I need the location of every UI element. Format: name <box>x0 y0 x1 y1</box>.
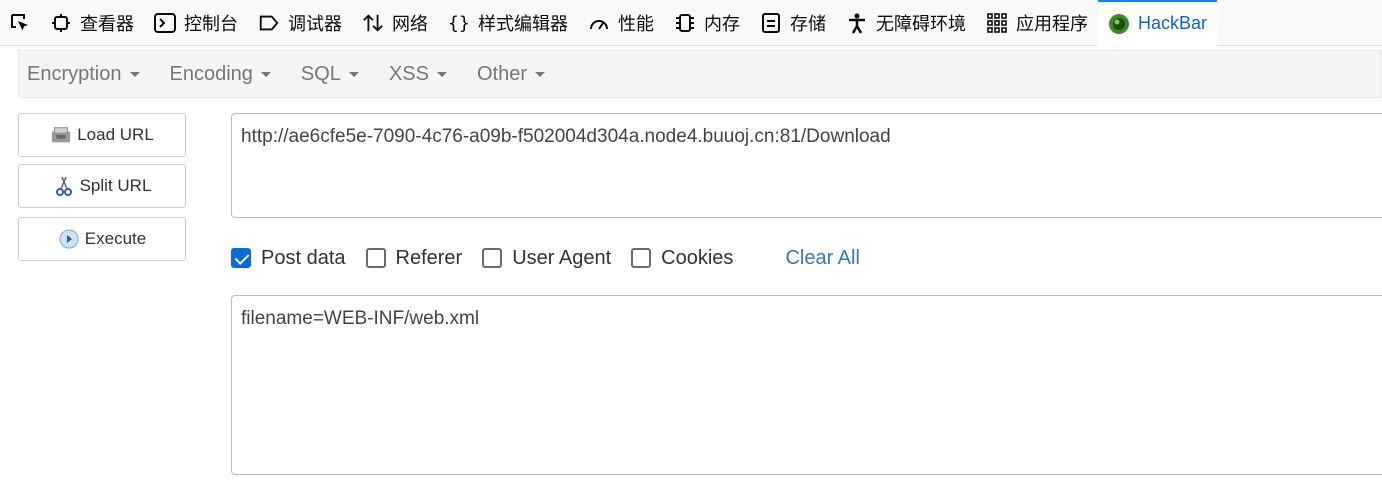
caret-down-icon <box>129 71 140 77</box>
url-input[interactable]: http://ae6cfe5e-7090-4c76-a09b-f502004d3… <box>231 113 1382 218</box>
clear-all-link[interactable]: Clear All <box>785 247 859 270</box>
tab-performance[interactable]: 性能 <box>578 0 664 46</box>
menu-label: SQL <box>300 62 341 85</box>
tab-accessibility[interactable]: 无障碍环境 <box>836 0 976 46</box>
menu-encoding[interactable]: Encoding <box>170 63 271 86</box>
post-data-checkbox[interactable]: Post data <box>231 247 346 270</box>
execute-label: Execute <box>84 229 147 248</box>
tab-label: 应用程序 <box>1016 13 1088 35</box>
accessibility-icon <box>846 12 868 34</box>
inspector-icon <box>50 12 72 34</box>
tab-debugger[interactable]: 调试器 <box>248 0 352 46</box>
cookies-checkbox[interactable]: Cookies <box>631 247 733 270</box>
tab-console[interactable]: 控制台 <box>144 0 248 46</box>
hackbar-menubar: Encryption Encoding SQL XSS Other <box>18 50 1382 98</box>
tab-label: HackBar <box>1138 13 1208 33</box>
console-icon <box>154 12 176 34</box>
caret-down-icon <box>535 71 545 77</box>
debugger-icon <box>258 12 280 34</box>
tab-storage[interactable]: 存储 <box>750 0 836 46</box>
style-editor-icon: {} <box>448 12 470 34</box>
post-data-input[interactable]: filename=WEB-INF/web.xml <box>231 295 1382 475</box>
user-agent-label: User Agent <box>512 246 612 269</box>
tab-label: 性能 <box>618 13 654 35</box>
split-url-label: Split URL <box>79 176 152 195</box>
tab-label: 查看器 <box>80 13 134 35</box>
tab-hackbar[interactable]: HackBar <box>1098 0 1218 46</box>
tab-label: 网络 <box>392 13 428 35</box>
tab-style-editor[interactable]: {} 样式编辑器 <box>438 0 578 46</box>
tab-inspector[interactable]: 查看器 <box>40 0 144 46</box>
tab-label: 无障碍环境 <box>876 13 966 35</box>
tab-label: 控制台 <box>184 13 238 35</box>
menu-xss[interactable]: XSS <box>389 63 447 86</box>
menu-label: Encoding <box>169 62 253 85</box>
tab-memory[interactable]: 内存 <box>664 0 750 46</box>
post-data-label: Post data <box>261 246 346 269</box>
cookies-label: Cookies <box>661 246 734 269</box>
svg-text:{}: {} <box>448 13 470 34</box>
tab-label: 调试器 <box>288 13 342 35</box>
load-url-label: Load URL <box>77 125 154 144</box>
checkbox-unchecked-icon <box>365 248 386 268</box>
caret-down-icon <box>436 71 447 77</box>
checkbox-unchecked-icon <box>482 248 503 268</box>
execute-button[interactable]: Execute <box>18 217 186 261</box>
menu-label: Other <box>476 62 527 85</box>
caret-down-icon <box>348 71 359 77</box>
application-icon <box>986 12 1008 34</box>
tab-application[interactable]: 应用程序 <box>976 0 1098 46</box>
storage-icon <box>760 12 782 34</box>
checkbox-unchecked-icon <box>631 248 652 268</box>
hackbar-icon <box>1108 13 1130 35</box>
tab-network[interactable]: 网络 <box>352 0 438 46</box>
checkbox-checked-icon <box>231 248 251 268</box>
element-picker-icon[interactable] <box>0 0 40 46</box>
devtools-toolbar: 查看器 控制台 调试器 网络 {} 样式编辑器 性能 内存 存储 无障碍环境 应… <box>0 0 1382 46</box>
user-agent-checkbox[interactable]: User Agent <box>482 247 611 270</box>
menu-label: Encryption <box>27 62 122 85</box>
menu-sql[interactable]: SQL <box>301 63 359 86</box>
scissors-icon <box>53 175 75 197</box>
menu-label: XSS <box>388 62 429 85</box>
tab-label: 存储 <box>790 13 826 35</box>
load-url-icon <box>50 124 72 146</box>
tab-label: 内存 <box>704 13 740 35</box>
split-url-button[interactable]: Split URL <box>18 164 186 208</box>
play-icon <box>58 228 80 250</box>
performance-icon <box>588 12 610 34</box>
referer-label: Referer <box>395 246 463 269</box>
memory-icon <box>674 12 696 34</box>
load-url-button[interactable]: Load URL <box>18 113 186 157</box>
options-row: Post data Referer User Agent Cookies Cle… <box>231 240 860 276</box>
caret-down-icon <box>260 71 271 77</box>
network-icon <box>362 12 384 34</box>
menu-encryption[interactable]: Encryption <box>27 63 140 86</box>
tab-label: 样式编辑器 <box>478 13 568 35</box>
menu-other[interactable]: Other <box>477 63 545 86</box>
referer-checkbox[interactable]: Referer <box>365 246 463 270</box>
